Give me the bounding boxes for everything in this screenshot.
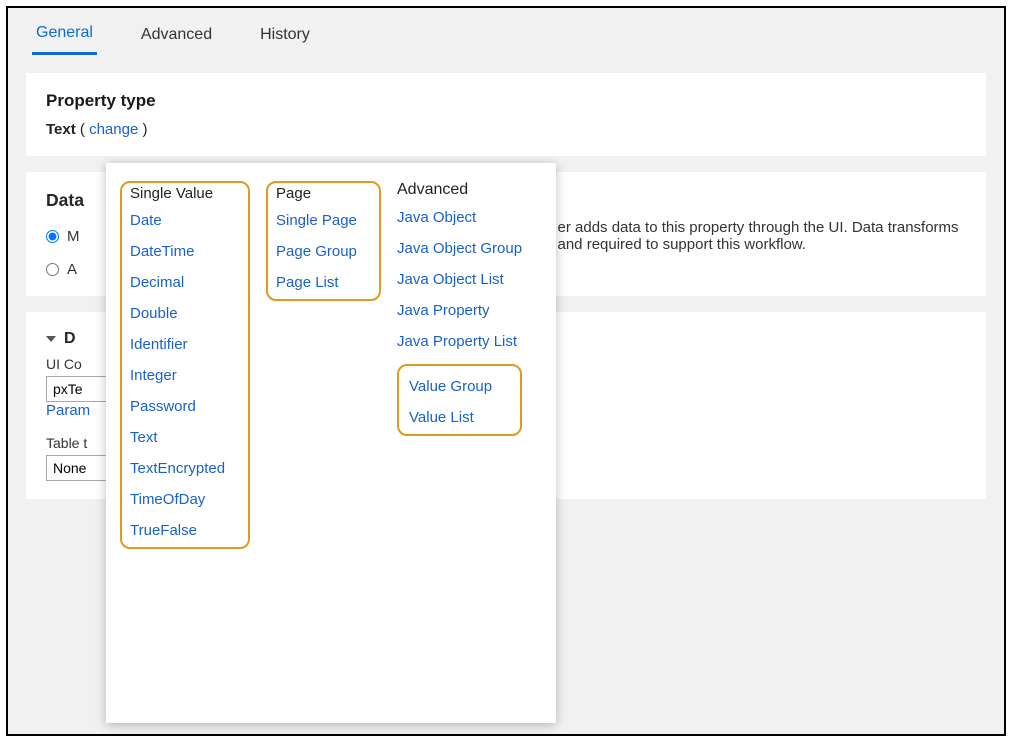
close-paren: ) <box>138 121 147 138</box>
page-heading: Page <box>276 185 371 202</box>
window-frame: General Advanced History Property type T… <box>6 6 1006 736</box>
advanced-heading: Advanced <box>397 181 542 199</box>
chevron-down-icon <box>46 336 56 342</box>
property-type-panel: Property type Text ( change ) <box>26 73 986 156</box>
type-truefalse[interactable]: TrueFalse <box>130 522 197 539</box>
property-type-row: Text ( change ) <box>46 121 966 138</box>
type-group-single-value: Single Value Date DateTime Decimal Doubl… <box>120 181 250 549</box>
tab-bar: General Advanced History <box>8 8 1004 55</box>
tab-general[interactable]: General <box>32 18 97 55</box>
type-page-group[interactable]: Page Group <box>276 243 357 260</box>
data-access-description: er adds data to this property through th… <box>558 219 967 253</box>
display-header-text: D <box>64 330 76 348</box>
type-integer[interactable]: Integer <box>130 367 177 384</box>
tab-advanced[interactable]: Advanced <box>137 20 216 54</box>
property-type-value: Text <box>46 121 76 138</box>
type-timeofday[interactable]: TimeOfDay <box>130 491 205 508</box>
single-value-heading: Single Value <box>130 185 240 202</box>
type-group-page-wrapper: Page Single Page Page Group Page List <box>266 181 381 301</box>
property-type-heading: Property type <box>46 91 966 111</box>
type-value-group[interactable]: Value Group <box>409 378 492 395</box>
type-java-object[interactable]: Java Object <box>397 209 476 226</box>
type-page-list[interactable]: Page List <box>276 274 339 291</box>
property-type-popup: Single Value Date DateTime Decimal Doubl… <box>106 163 556 723</box>
type-identifier[interactable]: Identifier <box>130 336 188 353</box>
radio-auto[interactable] <box>46 263 59 276</box>
type-java-object-list[interactable]: Java Object List <box>397 271 504 288</box>
radio-auto-label: A <box>67 261 77 278</box>
type-textencrypted[interactable]: TextEncrypted <box>130 460 225 477</box>
type-group-page: Page Single Page Page Group Page List <box>266 181 381 301</box>
type-text[interactable]: Text <box>130 429 158 446</box>
tab-history[interactable]: History <box>256 20 314 54</box>
type-password[interactable]: Password <box>130 398 196 415</box>
type-value-list[interactable]: Value List <box>409 409 474 426</box>
radio-manual-label: M <box>67 228 80 245</box>
type-group-value-modes: Value Group Value List <box>397 364 522 436</box>
type-decimal[interactable]: Decimal <box>130 274 184 291</box>
type-java-property[interactable]: Java Property <box>397 302 490 319</box>
radio-manual[interactable] <box>46 230 59 243</box>
change-type-link[interactable]: change <box>89 121 138 138</box>
type-datetime[interactable]: DateTime <box>130 243 194 260</box>
parameters-link[interactable]: Param <box>46 402 90 419</box>
type-group-advanced: Advanced Java Object Java Object Group J… <box>397 181 542 436</box>
open-paren: ( <box>80 121 89 138</box>
type-java-object-group[interactable]: Java Object Group <box>397 240 522 257</box>
type-double[interactable]: Double <box>130 305 178 322</box>
type-date[interactable]: Date <box>130 212 162 229</box>
type-single-page[interactable]: Single Page <box>276 212 357 229</box>
type-java-property-list[interactable]: Java Property List <box>397 333 517 350</box>
